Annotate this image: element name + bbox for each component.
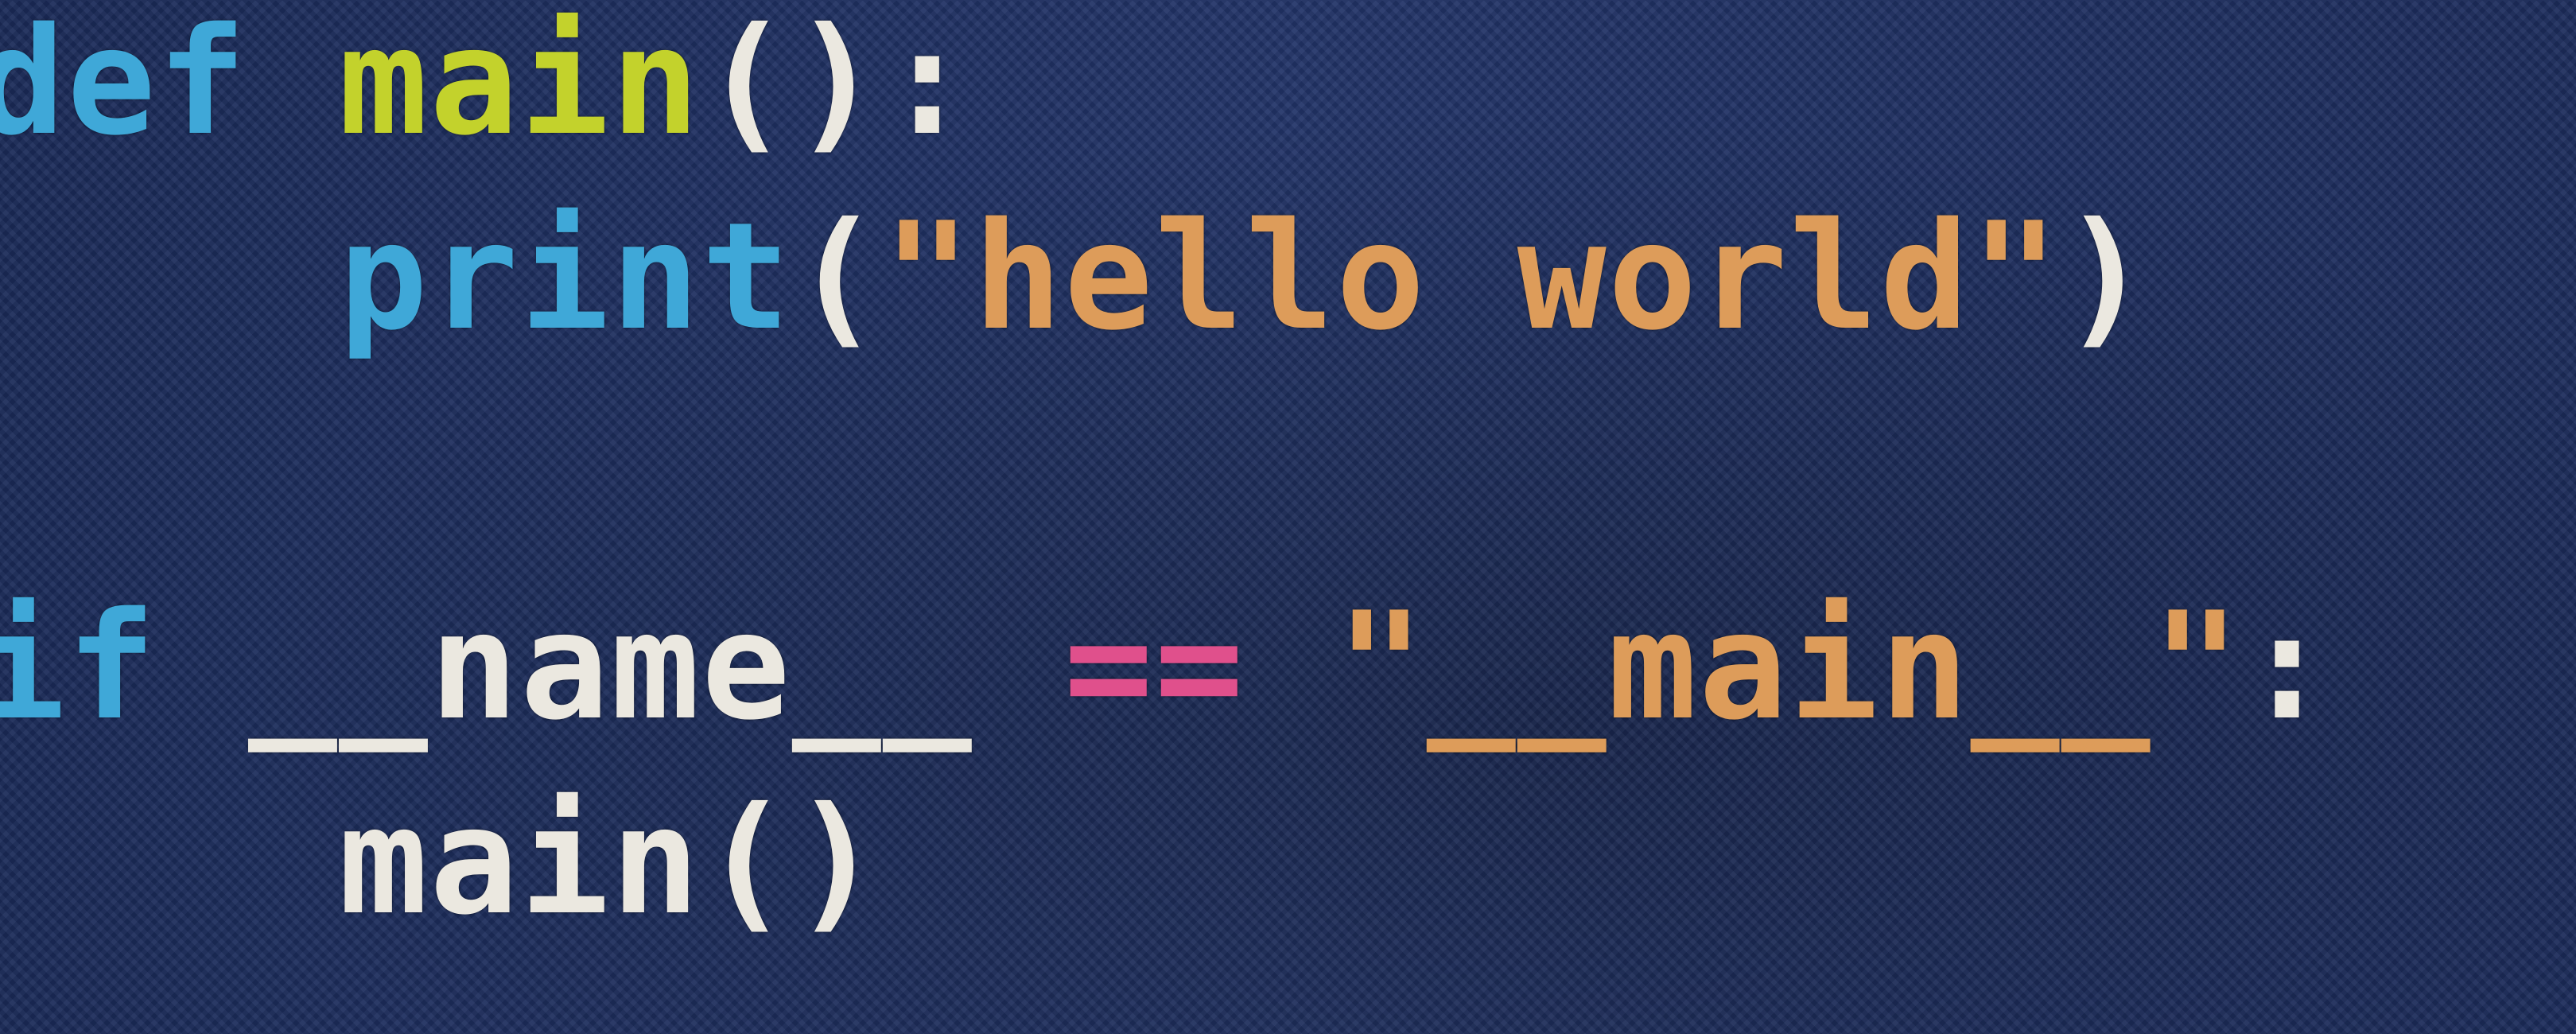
code-line-if: if __name__ == "__main__": bbox=[0, 569, 2333, 764]
code-line-print: print("hello world") bbox=[0, 179, 2333, 374]
function-name-main: main bbox=[338, 0, 701, 168]
keyword-if: if bbox=[0, 580, 157, 752]
string-hello-world: "hello world" bbox=[882, 190, 2061, 363]
parens-colon: (): bbox=[701, 0, 973, 168]
close-paren: ) bbox=[2061, 190, 2152, 363]
colon: : bbox=[2242, 580, 2333, 752]
code-line-def: def main(): bbox=[0, 0, 2333, 179]
keyword-print: print bbox=[338, 190, 792, 363]
keyword-def: def bbox=[0, 0, 248, 168]
identifier-name: __name__ bbox=[247, 580, 973, 752]
open-paren: ( bbox=[791, 190, 883, 363]
main-call: main() bbox=[338, 775, 883, 947]
operator-equals: == bbox=[1063, 580, 1245, 752]
embroidered-code: def main(): print("hello world") if __na… bbox=[0, 0, 2333, 958]
string-main: "__main__" bbox=[1335, 580, 2243, 752]
code-line-call: main() bbox=[0, 764, 2333, 958]
